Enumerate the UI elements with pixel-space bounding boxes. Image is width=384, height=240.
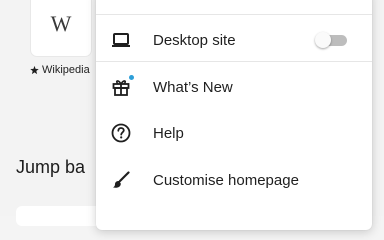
menu-item-label: What’s New bbox=[153, 78, 233, 96]
desktop-site-toggle[interactable] bbox=[315, 32, 349, 48]
menu-divider bbox=[96, 14, 372, 15]
menu-item-whats-new[interactable]: What’s New bbox=[96, 64, 372, 110]
menu-divider bbox=[96, 61, 372, 62]
overflow-menu: Desktop site What’s New Help Customise h… bbox=[96, 0, 372, 230]
pin-icon bbox=[30, 65, 39, 74]
paintbrush-icon bbox=[110, 169, 132, 191]
jump-back-in-heading: Jump ba bbox=[16, 157, 86, 177]
menu-item-label: Help bbox=[153, 124, 184, 142]
gift-icon bbox=[110, 75, 134, 98]
menu-item-help[interactable]: Help bbox=[96, 110, 372, 156]
menu-item-label: Desktop site bbox=[153, 31, 236, 49]
new-badge-dot bbox=[129, 75, 134, 80]
wikipedia-logo: W bbox=[50, 11, 72, 36]
wikipedia-shortcut-label[interactable]: Wikipedia bbox=[29, 64, 90, 76]
menu-item-customise-homepage[interactable]: Customise homepage bbox=[96, 157, 372, 203]
wikipedia-label-text: Wikipedia bbox=[42, 64, 90, 76]
toggle-knob bbox=[315, 32, 331, 48]
laptop-icon bbox=[110, 29, 132, 51]
help-circle-icon bbox=[110, 122, 132, 144]
menu-item-desktop-site[interactable]: Desktop site bbox=[96, 17, 372, 63]
wikipedia-shortcut-tile[interactable]: W bbox=[31, 0, 91, 56]
menu-item-label: Customise homepage bbox=[153, 171, 299, 189]
jump-back-card[interactable] bbox=[16, 206, 106, 226]
